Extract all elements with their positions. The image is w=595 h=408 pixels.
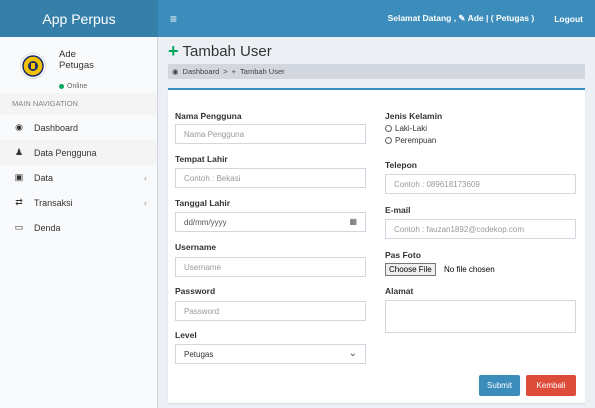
radio-label: Laki-Laki — [395, 124, 428, 133]
sidebar-item-label: Data — [34, 172, 54, 183]
sidebar-item-data-pengguna[interactable]: ♟ Data Pengguna — [0, 140, 157, 165]
sidebar-item-label: Denda — [34, 222, 61, 233]
radio-circle-icon — [385, 125, 392, 132]
email-input[interactable]: Contoh : fauzan1892@codekop.com — [385, 219, 576, 239]
menu-toggle-icon[interactable]: ≡ — [170, 12, 186, 26]
password-label: Password — [175, 286, 216, 296]
nama-input[interactable]: Nama Pengguna — [175, 124, 366, 144]
app-logo[interactable]: App Perpus — [0, 0, 158, 37]
level-select[interactable]: Petugas ⌄ — [175, 344, 366, 364]
breadcrumb-current: Tambah User — [240, 67, 285, 76]
sidebar-item-label: Data Pengguna — [34, 147, 97, 158]
level-label: Level — [175, 330, 197, 340]
logout-link[interactable]: Logout — [554, 14, 583, 24]
nama-label: Nama Pengguna — [175, 111, 242, 121]
tanggal-input[interactable]: dd/mm/yyyy ▦ — [175, 212, 366, 232]
username-input[interactable]: Username — [175, 257, 366, 277]
chevron-down-icon: ⌄ — [348, 348, 357, 359]
sidebar-item-denda[interactable]: ▭ Denda — [0, 215, 157, 240]
radio-perempuan[interactable]: Perempuan — [385, 136, 436, 145]
calendar-icon[interactable]: ▦ — [349, 217, 357, 226]
foto-label: Pas Foto — [385, 250, 421, 260]
user-icon: ♟ — [14, 147, 24, 157]
kembali-button[interactable]: Kembali — [526, 375, 576, 396]
top-navbar: ≡ Selamat Datang , ✎ Ade | ( Petugas ) L… — [158, 0, 595, 37]
user-status: Online — [59, 83, 87, 90]
welcome-user-link[interactable]: Selamat Datang , ✎ Ade | ( Petugas ) — [388, 13, 535, 24]
radio-laki-laki[interactable]: Laki-Laki — [385, 124, 427, 133]
radio-circle-icon — [385, 137, 392, 144]
page-title: + Tambah User — [168, 41, 272, 62]
dashboard-icon: ◉ — [172, 67, 179, 76]
user-info: Ade Petugas — [59, 49, 94, 71]
breadcrumb: ◉ Dashboard > + Tambah User — [168, 64, 585, 79]
university-logo-icon — [22, 55, 44, 77]
sidebar-item-data[interactable]: ▣ Data ‹ — [0, 165, 157, 190]
sidebar: Ade Petugas Online MAIN NAVIGATION ◉ Das… — [0, 37, 158, 408]
sidebar-item-transaksi[interactable]: ⇄ Transaksi ‹ — [0, 190, 157, 215]
page-title-text: Tambah User — [182, 43, 272, 60]
chevron-left-icon: ‹ — [144, 172, 147, 183]
tanggal-value: dd/mm/yyyy — [184, 217, 227, 227]
breadcrumb-dashboard[interactable]: Dashboard — [183, 67, 220, 76]
radio-label: Perempuan — [395, 136, 437, 145]
app-title: App Perpus — [42, 10, 116, 27]
form-box: Nama Pengguna Nama Pengguna Tempat Lahir… — [168, 88, 585, 403]
jk-label: Jenis Kelamin — [385, 111, 443, 121]
avatar — [20, 53, 46, 79]
status-text: Online — [67, 83, 88, 90]
nav-header: MAIN NAVIGATION — [0, 93, 157, 115]
user-name: Ade — [59, 49, 76, 60]
breadcrumb-separator: > — [223, 67, 228, 76]
main-content: + Tambah User ◉ Dashboard > + Tambah Use… — [158, 37, 595, 408]
alamat-textarea[interactable] — [385, 300, 576, 333]
sidebar-item-dashboard[interactable]: ◉ Dashboard — [0, 115, 157, 140]
username-label: Username — [175, 242, 217, 252]
telepon-input[interactable]: Contoh : 089618173609 — [385, 174, 576, 194]
tanggal-label: Tanggal Lahir — [175, 198, 231, 208]
alamat-label: Alamat — [385, 286, 414, 296]
tempat-label: Tempat Lahir — [175, 154, 228, 164]
user-panel: Ade Petugas Online — [0, 37, 157, 93]
sidebar-item-label: Transaksi — [34, 197, 73, 208]
password-input[interactable]: Password — [175, 301, 366, 321]
choose-file-button[interactable]: Choose File — [385, 263, 436, 276]
file-status: No file chosen — [444, 265, 495, 274]
exchange-icon: ⇄ — [15, 197, 23, 207]
chevron-left-icon: ‹ — [144, 197, 147, 208]
submit-button[interactable]: Submit — [479, 375, 520, 396]
plus-icon: + — [231, 67, 237, 76]
email-label: E-mail — [385, 205, 411, 215]
edit-icon: ▣ — [14, 172, 24, 182]
online-dot-icon — [59, 84, 64, 89]
money-icon: ▭ — [14, 222, 24, 232]
tempat-input[interactable]: Contoh : Bekasi — [175, 168, 366, 188]
user-role: Petugas — [59, 60, 94, 71]
dashboard-icon: ◉ — [15, 122, 23, 132]
telepon-label: Telepon — [385, 160, 417, 170]
plus-icon: + — [168, 41, 179, 61]
level-value: Petugas — [184, 349, 214, 359]
sidebar-item-label: Dashboard — [34, 122, 79, 133]
